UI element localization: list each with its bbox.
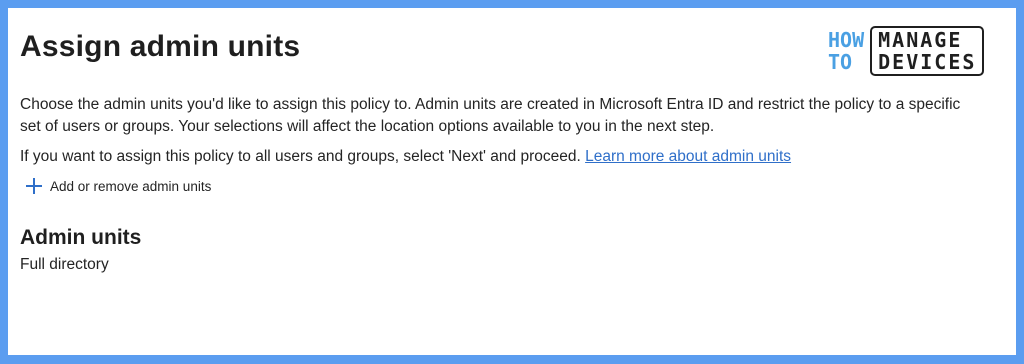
- admin-units-value: Full directory: [20, 256, 109, 273]
- learn-more-link[interactable]: Learn more about admin units: [585, 148, 791, 165]
- page-title: Assign admin units: [20, 30, 301, 63]
- logo-word-manage: MANAGE: [878, 28, 963, 52]
- logo-word-devices: DEVICES: [878, 50, 977, 74]
- logo-box: MANAGE DEVICES: [870, 26, 985, 76]
- info-text-body: If you want to assign this policy to all…: [20, 148, 581, 165]
- howtomanagedevices-logo: HOW TO MANAGE DEVICES: [828, 26, 985, 76]
- plus-icon: [26, 178, 42, 194]
- add-remove-admin-units-label: Add or remove admin units: [50, 178, 212, 194]
- logo-word-to: TO: [828, 50, 853, 74]
- info-text: If you want to assign this policy to all…: [20, 146, 980, 168]
- page-description: Choose the admin units you'd like to ass…: [20, 96, 961, 135]
- add-remove-admin-units-button[interactable]: Add or remove admin units: [26, 178, 211, 194]
- admin-units-heading: Admin units: [20, 226, 142, 249]
- assign-admin-units-panel: Assign admin units HOW TO MANAGE DEVICES…: [8, 8, 1016, 355]
- logo-word-how: HOW: [828, 28, 865, 52]
- logo-left-text: HOW TO: [828, 29, 864, 73]
